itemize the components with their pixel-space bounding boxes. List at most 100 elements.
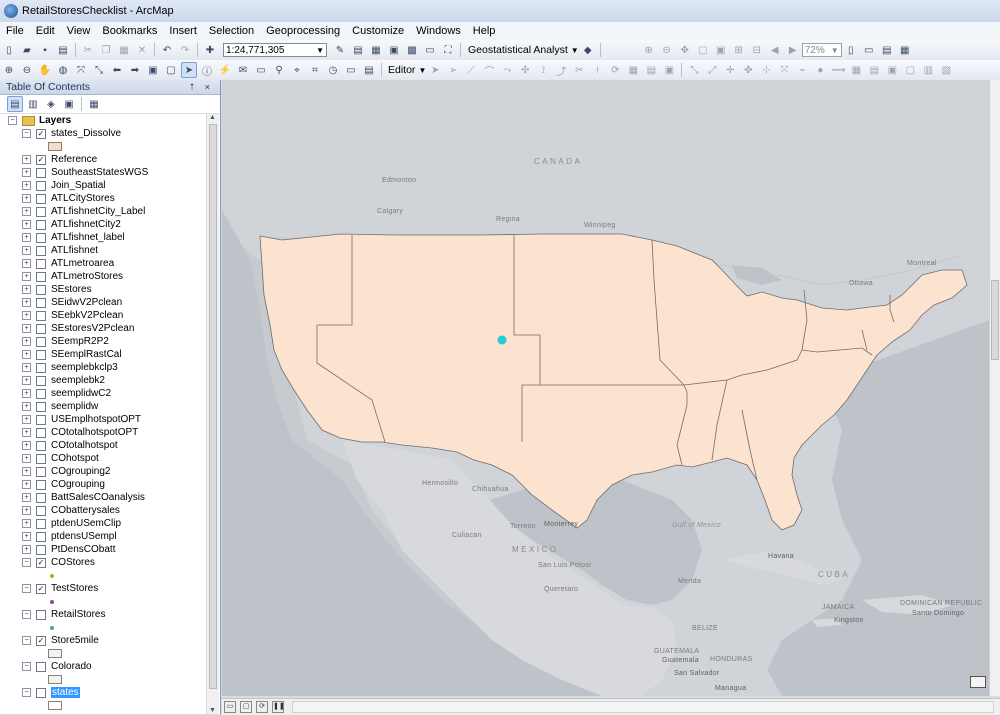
map-scrollbar[interactable] bbox=[989, 80, 1000, 696]
attributes-icon[interactable]: ▦ bbox=[625, 62, 641, 78]
pause-drawing-icon[interactable]: ❚❚ bbox=[272, 701, 285, 713]
menu-customize[interactable]: Customize bbox=[346, 25, 410, 37]
layer-visibility-checkbox[interactable] bbox=[36, 440, 46, 451]
menu-file[interactable]: File bbox=[0, 25, 30, 37]
layer-visibility-checkbox[interactable] bbox=[36, 336, 46, 347]
layer-name[interactable]: ptdenUSemClip bbox=[51, 518, 121, 529]
open-folder-icon[interactable]: ▰ bbox=[19, 42, 35, 58]
layer-name[interactable]: SEidwV2Pclean bbox=[51, 297, 122, 308]
expand-icon[interactable]: + bbox=[22, 376, 31, 385]
georef-tool-icon[interactable]: ▣ bbox=[884, 62, 900, 78]
focus-data-frame-icon[interactable]: ▭ bbox=[861, 42, 877, 58]
layer-name[interactable]: CObatterysales bbox=[51, 505, 120, 516]
collapse-icon[interactable]: − bbox=[22, 636, 31, 645]
select-elements-icon[interactable]: ➤ bbox=[181, 62, 197, 78]
reshape-feature-icon[interactable]: ⤴ bbox=[553, 62, 569, 78]
menu-help[interactable]: Help bbox=[467, 25, 502, 37]
layer-item[interactable]: − Colorado bbox=[0, 660, 206, 673]
expand-icon[interactable]: + bbox=[22, 259, 31, 268]
layer-visibility-checkbox[interactable]: ✓ bbox=[36, 128, 46, 139]
layer-item[interactable]: − states bbox=[0, 686, 206, 699]
georef-tool-icon[interactable]: ✛ bbox=[722, 62, 738, 78]
georef-tool-icon[interactable]: ▢ bbox=[902, 62, 918, 78]
layer-item[interactable]: + ATLfishnetCity_Label bbox=[0, 205, 206, 218]
editor-menu[interactable]: Editor bbox=[388, 64, 415, 76]
layers-group[interactable]: − Layers bbox=[0, 114, 206, 127]
layer-visibility-checkbox[interactable] bbox=[36, 505, 46, 516]
create-viewer-icon[interactable]: ▭ bbox=[343, 62, 359, 78]
model-builder-icon[interactable]: ⛶ bbox=[440, 42, 456, 58]
redo-icon[interactable]: ↷ bbox=[177, 42, 193, 58]
expand-icon[interactable]: + bbox=[22, 467, 31, 476]
collapse-icon[interactable]: − bbox=[22, 662, 31, 671]
zoom-out-icon[interactable]: ⊖ bbox=[19, 62, 35, 78]
zoom-whole-page-icon[interactable]: ▢ bbox=[695, 42, 711, 58]
layer-visibility-checkbox[interactable] bbox=[36, 310, 46, 321]
save-icon[interactable]: ▪ bbox=[37, 42, 53, 58]
layout-pan-icon[interactable]: ✥ bbox=[677, 42, 693, 58]
full-extent-icon[interactable]: ◍ bbox=[55, 62, 71, 78]
go-forward-icon[interactable]: ➡ bbox=[127, 62, 143, 78]
chevron-down-icon[interactable]: ▼ bbox=[571, 46, 579, 55]
layer-visibility-checkbox[interactable] bbox=[36, 466, 46, 477]
toggle-draft-mode-icon[interactable]: ▯ bbox=[843, 42, 859, 58]
go-back-icon[interactable]: ⬅ bbox=[109, 62, 125, 78]
find-route-icon[interactable]: ⌖ bbox=[289, 62, 305, 78]
html-popup-icon[interactable]: ✉ bbox=[235, 62, 251, 78]
georef-tool-icon[interactable]: ⤧ bbox=[776, 62, 792, 78]
point-icon[interactable]: ✣ bbox=[517, 62, 533, 78]
forward-extent-icon[interactable]: ▶ bbox=[785, 42, 801, 58]
layer-visibility-checkbox[interactable] bbox=[36, 401, 46, 412]
layer-visibility-checkbox[interactable] bbox=[36, 258, 46, 269]
collapse-icon[interactable]: − bbox=[8, 116, 17, 125]
go-to-xy-icon[interactable]: ⌗ bbox=[307, 62, 323, 78]
layer-name[interactable]: Join_Spatial bbox=[51, 180, 105, 191]
layer-visibility-checkbox[interactable] bbox=[36, 518, 46, 529]
layer-visibility-checkbox[interactable]: ✓ bbox=[36, 154, 46, 165]
arctoolbox-icon[interactable]: ▩ bbox=[404, 42, 420, 58]
fixed-zoom-out-icon[interactable]: ⊟ bbox=[749, 42, 765, 58]
time-slider-icon[interactable]: ◷ bbox=[325, 62, 341, 78]
polygon-symbol-icon[interactable] bbox=[48, 701, 62, 710]
overview-icon[interactable]: ▤ bbox=[361, 62, 377, 78]
scrollbar-thumb[interactable] bbox=[209, 124, 217, 689]
layer-item[interactable]: − ✓ TestStores bbox=[0, 582, 206, 595]
layer-name[interactable]: COtotalhotspot bbox=[51, 440, 118, 451]
layer-item[interactable]: − RetailStores bbox=[0, 608, 206, 621]
create-features-icon[interactable]: ▣ bbox=[661, 62, 677, 78]
layout-zoom-out-icon[interactable]: ⊖ bbox=[659, 42, 675, 58]
fixed-zoom-in-icon[interactable]: ⊞ bbox=[731, 42, 747, 58]
layer-item[interactable]: + ptdensUSempl bbox=[0, 530, 206, 543]
editor-toolbar-icon[interactable]: ✎ bbox=[332, 42, 348, 58]
identify-icon[interactable]: ⓘ bbox=[199, 62, 215, 78]
layer-visibility-checkbox[interactable] bbox=[36, 544, 46, 555]
polygon-symbol-icon[interactable] bbox=[48, 649, 62, 658]
select-features-icon[interactable]: ▣ bbox=[145, 62, 161, 78]
layer-name[interactable]: ATLfishnetCity_Label bbox=[51, 206, 145, 217]
menu-windows[interactable]: Windows bbox=[410, 25, 467, 37]
expand-icon[interactable]: + bbox=[22, 194, 31, 203]
layer-name[interactable]: SEemplRastCal bbox=[51, 349, 122, 360]
search-window-icon[interactable]: ▣ bbox=[386, 42, 402, 58]
layer-item[interactable]: + ATLfishnetCity2 bbox=[0, 218, 206, 231]
layer-visibility-checkbox[interactable] bbox=[36, 492, 46, 503]
point-symbol-icon[interactable] bbox=[50, 599, 54, 604]
layer-visibility-checkbox[interactable] bbox=[36, 284, 46, 295]
expand-icon[interactable]: + bbox=[22, 155, 31, 164]
layer-name[interactable]: Reference bbox=[51, 154, 97, 165]
layer-name[interactable]: ptdensUSempl bbox=[51, 531, 117, 542]
layer-item[interactable]: + ATLfishnet_label bbox=[0, 231, 206, 244]
layer-visibility-checkbox[interactable] bbox=[36, 388, 46, 399]
scrollbar-thumb[interactable] bbox=[991, 280, 999, 360]
georef-tool-icon[interactable]: ▦ bbox=[848, 62, 864, 78]
layer-name[interactable]: PtDensCObatt bbox=[51, 544, 115, 555]
layer-name[interactable]: SEebkV2Pclean bbox=[51, 310, 123, 321]
expand-icon[interactable]: + bbox=[22, 298, 31, 307]
menu-selection[interactable]: Selection bbox=[203, 25, 260, 37]
layer-visibility-checkbox[interactable] bbox=[36, 206, 46, 217]
layer-item[interactable]: + SoutheastStatesWGS bbox=[0, 166, 206, 179]
layer-visibility-checkbox[interactable] bbox=[36, 323, 46, 334]
layer-visibility-checkbox[interactable] bbox=[36, 271, 46, 282]
print-icon[interactable]: ▤ bbox=[55, 42, 71, 58]
georef-tool-icon[interactable]: ⟿ bbox=[830, 62, 846, 78]
